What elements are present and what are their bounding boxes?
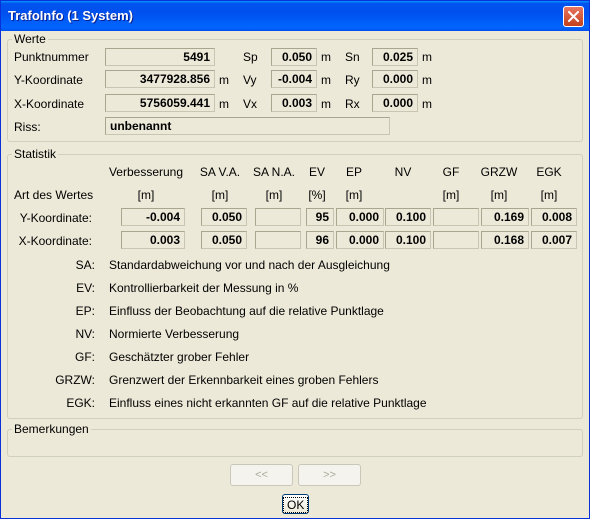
col-header-sa-va: SA V.A. bbox=[199, 165, 241, 179]
unit-sa-va: [m] bbox=[211, 188, 229, 202]
riss-field: unbenannt bbox=[105, 117, 390, 135]
sp-unit-label: m bbox=[321, 50, 331, 64]
rx-unit-label: m bbox=[422, 97, 432, 111]
stat-y-gf bbox=[433, 208, 479, 226]
close-button[interactable] bbox=[563, 6, 584, 27]
window-title: TrafoInfo (1 System) bbox=[8, 8, 133, 23]
col-header-verbesserung: Verbesserung bbox=[108, 165, 184, 179]
vy-field: -0.004 bbox=[271, 70, 317, 88]
sn-label: Sn bbox=[345, 50, 360, 64]
x-unit-label: m bbox=[219, 97, 229, 111]
ry-label: Ry bbox=[345, 73, 360, 87]
art-des-wertes-label: Art des Wertes bbox=[14, 188, 94, 202]
col-header-ev: EV bbox=[308, 165, 325, 179]
unit-ev: [%] bbox=[308, 188, 326, 202]
vy-unit-label: m bbox=[321, 73, 331, 87]
stat-x-nv: 0.100 bbox=[385, 231, 431, 249]
stat-y-grzw: 0.169 bbox=[481, 208, 529, 226]
col-header-egk: EGK bbox=[536, 165, 562, 179]
vx-label: Vx bbox=[243, 97, 258, 111]
riss-label: Riss: bbox=[14, 120, 41, 134]
sp-field: 0.050 bbox=[271, 48, 317, 66]
ok-button-label: OK bbox=[283, 497, 309, 513]
unit-grzw: [m] bbox=[490, 188, 508, 202]
y-koordinate-label: Y-Koordinate bbox=[14, 73, 83, 87]
stat-x-egk: 0.007 bbox=[531, 231, 577, 249]
stat-y-sa-na bbox=[255, 208, 301, 226]
vy-label: Vy bbox=[243, 73, 257, 87]
col-header-ep: EP bbox=[345, 165, 362, 179]
sp-label: Sp bbox=[243, 50, 258, 64]
trafoinfo-window: TrafoInfo (1 System) Werte Punktnummer 5… bbox=[0, 0, 590, 519]
stat-y-egk: 0.008 bbox=[531, 208, 577, 226]
x-koordinate-field: 5756059.441 bbox=[105, 94, 215, 112]
legend-text-ep: Einfluss der Beobachtung auf die relativ… bbox=[109, 304, 384, 318]
legend-text-egk: Einfluss eines nicht erkannten GF auf di… bbox=[109, 396, 427, 410]
legend-abbr-grzw: GRZW: bbox=[55, 373, 95, 387]
legend-abbr-sa: SA: bbox=[75, 258, 95, 272]
stat-y-sa-va: 0.050 bbox=[201, 208, 247, 226]
bemerkungen-group[interactable] bbox=[7, 429, 583, 457]
unit-egk: [m] bbox=[540, 188, 558, 202]
stat-row-y-label: Y-Koordinate: bbox=[19, 211, 92, 225]
ok-button[interactable]: OK bbox=[282, 494, 309, 514]
stat-x-verbesserung: 0.003 bbox=[121, 231, 185, 249]
col-header-sa-na: SA N.A. bbox=[252, 165, 296, 179]
vx-field: 0.003 bbox=[271, 94, 317, 112]
col-header-grzw: GRZW bbox=[480, 165, 518, 179]
legend-text-grzw: Grenzwert der Erkennbarkeit eines groben… bbox=[109, 373, 379, 387]
col-header-nv: NV bbox=[394, 165, 412, 179]
y-unit-label: m bbox=[219, 73, 229, 87]
stat-x-ev: 96 bbox=[306, 231, 334, 249]
stat-y-nv: 0.100 bbox=[385, 208, 431, 226]
bemerkungen-legend: Bemerkungen bbox=[12, 422, 91, 436]
stat-x-ep: 0.000 bbox=[336, 231, 384, 249]
ry-field: 0.000 bbox=[372, 70, 418, 88]
stat-x-gf bbox=[433, 231, 479, 249]
punktnummer-label: Punktnummer bbox=[14, 50, 89, 64]
stat-x-sa-na bbox=[255, 231, 301, 249]
legend-text-ev: Kontrollierbarkeit der Messung in % bbox=[109, 281, 299, 295]
legend-abbr-ep: EP: bbox=[75, 304, 95, 318]
stat-y-ev: 95 bbox=[306, 208, 334, 226]
ry-unit-label: m bbox=[422, 73, 432, 87]
unit-verbesserung: [m] bbox=[137, 188, 155, 202]
unit-gf: [m] bbox=[442, 188, 460, 202]
stat-y-ep: 0.000 bbox=[336, 208, 384, 226]
sn-unit-label: m bbox=[422, 50, 432, 64]
legend-abbr-nv: NV: bbox=[75, 327, 95, 341]
rx-field: 0.000 bbox=[372, 94, 418, 112]
sn-field: 0.025 bbox=[372, 48, 418, 66]
stat-row-x-label: X-Koordinate: bbox=[18, 234, 92, 248]
next-button[interactable]: >> bbox=[298, 464, 361, 486]
stat-x-sa-va: 0.050 bbox=[201, 231, 247, 249]
unit-sa-na: [m] bbox=[265, 188, 283, 202]
legend-text-sa: Standardabweichung vor und nach der Ausg… bbox=[109, 258, 390, 272]
stat-y-verbesserung: -0.004 bbox=[121, 208, 185, 226]
title-bar[interactable]: TrafoInfo (1 System) bbox=[1, 1, 589, 31]
legend-abbr-ev: EV: bbox=[76, 281, 95, 295]
x-koordinate-label: X-Koordinate bbox=[14, 97, 85, 111]
legend-abbr-egk: EGK: bbox=[66, 396, 95, 410]
previous-button[interactable]: << bbox=[230, 464, 293, 486]
legend-text-gf: Geschätzter grober Fehler bbox=[109, 350, 250, 364]
close-icon bbox=[568, 11, 579, 22]
statistik-legend: Statistik bbox=[12, 147, 59, 161]
legend-abbr-gf: GF: bbox=[75, 350, 95, 364]
legend-text-nv: Normierte Verbesserung bbox=[109, 327, 240, 341]
punktnummer-field: 5491 bbox=[105, 48, 215, 66]
rx-label: Rx bbox=[345, 97, 360, 111]
stat-x-grzw: 0.168 bbox=[481, 231, 529, 249]
werte-legend: Werte bbox=[12, 32, 48, 46]
col-header-gf: GF bbox=[442, 165, 460, 179]
y-koordinate-field: 3477928.856 bbox=[105, 70, 215, 88]
unit-ep: [m] bbox=[345, 188, 363, 202]
vx-unit-label: m bbox=[321, 97, 331, 111]
